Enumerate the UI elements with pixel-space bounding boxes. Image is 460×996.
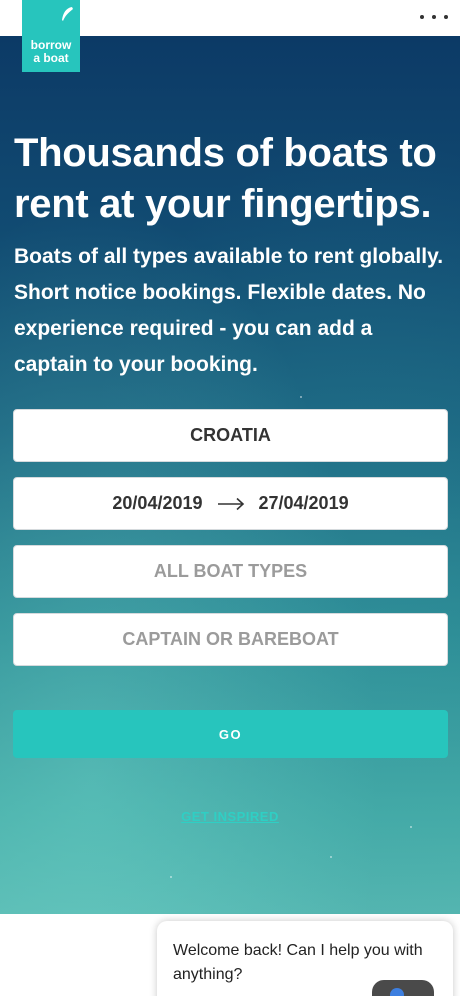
date-from-value: 20/04/2019	[112, 493, 203, 513]
menu-dot	[420, 15, 424, 19]
arrow-right-icon	[217, 497, 244, 510]
chat-launcher-button[interactable]	[372, 980, 434, 996]
chat-message: Welcome back! Can I help you with anythi…	[173, 942, 423, 983]
feather-icon	[62, 7, 73, 21]
captain-option-placeholder: CAPTAIN OR BAREBOAT	[122, 629, 339, 649]
page-title: Thousands of boats to rent at your finge…	[14, 131, 437, 226]
logo-text-line2: a boat	[33, 51, 69, 65]
date-to-value: 27/04/2019	[258, 493, 349, 513]
hero-section: Thousands of boats to rent at your finge…	[0, 36, 460, 914]
go-button[interactable]: GO	[13, 710, 448, 758]
go-button-label: GO	[218, 726, 243, 742]
more-menu-icon[interactable]	[420, 8, 448, 26]
page-subtitle: Boats of all types available to rent glo…	[14, 245, 444, 376]
chat-bubble-icon	[390, 988, 404, 996]
boat-type-placeholder: ALL BOAT TYPES	[153, 561, 308, 581]
date-range-field[interactable]: 20/04/2019 27/04/2019	[13, 477, 448, 530]
boat-type-select[interactable]: ALL BOAT TYPES	[13, 545, 448, 598]
get-inspired-container: GET INSPIRED	[0, 808, 460, 826]
menu-dot	[444, 15, 448, 19]
captain-option-select[interactable]: CAPTAIN OR BAREBOAT	[13, 613, 448, 666]
menu-dot	[432, 15, 436, 19]
destination-field[interactable]: CROATIA	[13, 409, 448, 462]
get-inspired-link[interactable]: GET INSPIRED	[181, 809, 279, 824]
brand-logo[interactable]: borrow a boat	[22, 0, 80, 72]
destination-value: CROATIA	[190, 425, 271, 445]
